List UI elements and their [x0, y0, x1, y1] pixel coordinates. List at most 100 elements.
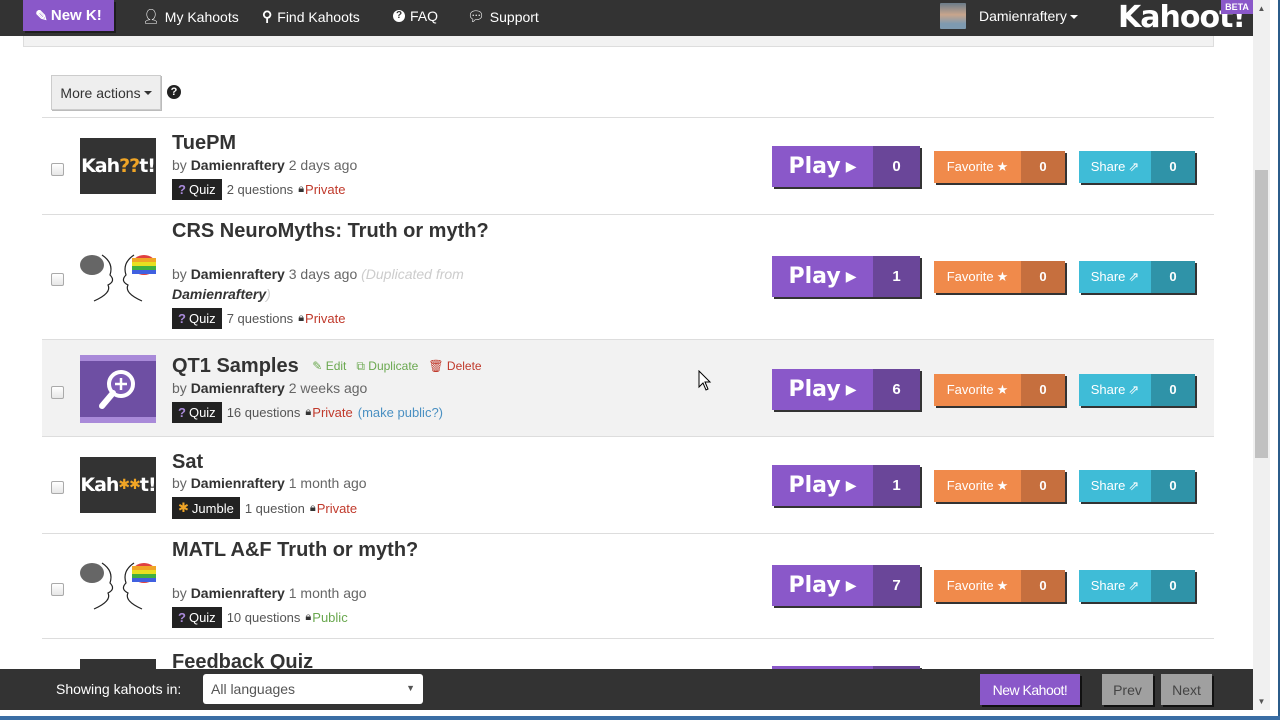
language-select[interactable]: All languages ▼ [203, 674, 423, 704]
author-link[interactable]: Damienraftery [191, 585, 285, 601]
favorite-button[interactable]: Favorite ★ 0 [934, 569, 1065, 602]
kahoot-title[interactable]: MATL A&F Truth or myth? [172, 539, 418, 562]
favorite-count: 0 [1021, 469, 1065, 502]
kahoot-thumbnail[interactable]: Kah ✱✱ t! [80, 457, 157, 513]
kahoot-title[interactable]: CRS NeuroMyths: Truth or myth? [172, 220, 489, 243]
kahoot-row: CRS NeuroMyths: Truth or myth? by Damien… [42, 214, 1214, 339]
author-link[interactable]: Damienraftery [191, 266, 285, 282]
row-checkbox[interactable] [51, 273, 64, 286]
share-button[interactable]: Share ⇗ 0 [1079, 260, 1195, 293]
kahoot-info: ? Quiz 16 questions 🔒︎ Private (make publ… [172, 402, 443, 423]
scrollbar-thumb[interactable] [1255, 170, 1268, 458]
favorite-button[interactable]: Favorite ★ 0 [934, 469, 1065, 502]
kahoot-thumbnail[interactable] [80, 253, 156, 303]
play-button[interactable]: Play ▶ 6 [772, 369, 920, 410]
vertical-scrollbar[interactable]: ▲ ▼ [1253, 0, 1270, 710]
favorite-count: 0 [1021, 260, 1065, 293]
row-buttons: Play ▶ 6 Favorite ★ 0 Share ⇗ 0 [772, 369, 1195, 410]
kahoot-thumbnail[interactable] [80, 561, 156, 611]
lock-icon: 🔒︎ [305, 406, 312, 418]
share-button[interactable]: Share ⇗ 0 [1079, 373, 1195, 406]
share-count: 0 [1151, 373, 1195, 406]
share-label: Share [1090, 269, 1126, 284]
share-count: 0 [1151, 150, 1195, 183]
play-button[interactable]: Play ▶ 7 [772, 565, 920, 606]
nav-label: Find Kahoots [277, 8, 360, 25]
kahoot-row: Kah?? t! TuePM by Damienraftery 2 days ag… [42, 117, 1214, 214]
visibility-status: Public [312, 610, 348, 625]
nav-my-kahoots[interactable]: 👤︎ My Kahoots [142, 8, 239, 25]
type-badge: ? Quiz [172, 607, 222, 628]
question-count: 1 question [244, 500, 305, 516]
make-public-link[interactable]: (make public?) [358, 405, 443, 420]
author-link[interactable]: Damienraftery [191, 475, 285, 491]
kahoot-title[interactable]: TuePM [172, 132, 236, 155]
play-button[interactable]: Play ▶ 0 [772, 146, 920, 187]
scroll-up-arrow-icon[interactable]: ▲ [1253, 0, 1270, 17]
new-kahoot-button[interactable]: New Kahoot! [980, 674, 1080, 705]
puzzle-icon: ✱ [178, 500, 189, 515]
favorite-button[interactable]: Favorite ★ 0 [934, 260, 1065, 293]
language-value: All languages [211, 681, 296, 697]
row-checkbox[interactable] [51, 481, 64, 494]
share-icon: ⇗ [1128, 158, 1140, 174]
kahoot-thumbnail[interactable]: Kah?? t! [80, 138, 156, 194]
age: 1 month ago [288, 475, 367, 491]
nav-faq[interactable]: ? FAQ [393, 8, 438, 24]
question-icon: ? [178, 405, 186, 420]
play-icon: ▶ [845, 381, 857, 398]
share-button[interactable]: Share ⇗ 0 [1079, 469, 1195, 502]
row-checkbox[interactable] [51, 386, 64, 399]
thumb-text: ?? [119, 155, 140, 177]
browser-window: ✎ New K! 👤︎ My Kahoots ⚲ Find Kahoots ? … [0, 0, 1280, 716]
scroll-down-arrow-icon[interactable]: ▼ [1253, 693, 1270, 710]
help-icon[interactable]: ? [167, 85, 181, 99]
row-buttons: Play ▶ 1 Favorite ★ 0 Share ⇗ 0 [772, 256, 1195, 297]
share-label: Share [1090, 478, 1126, 493]
duplicate-link[interactable]: ⧉ Duplicate [356, 359, 418, 374]
more-actions-label: More actions [60, 84, 141, 101]
share-button[interactable]: Share ⇗ 0 [1079, 569, 1195, 602]
edit-link[interactable]: ✎ Edit [312, 359, 346, 374]
user-icon: 👤︎ [142, 8, 160, 24]
kahoot-title-link[interactable]: QT1 Samples [172, 355, 299, 377]
prev-button[interactable]: Prev [1102, 674, 1153, 705]
by-label: by [172, 157, 187, 173]
row-checkbox[interactable] [51, 163, 64, 176]
kahoot-thumbnail[interactable] [80, 355, 156, 423]
next-button[interactable]: Next [1161, 674, 1212, 705]
play-button[interactable]: Play ▶ 1 [772, 256, 920, 297]
author-link[interactable]: Damienraftery [191, 380, 285, 396]
delete-label: Delete [446, 359, 482, 374]
type-badge: ? Quiz [172, 308, 222, 329]
type-badge: ✱ Jumble [172, 497, 240, 519]
kahoot-title[interactable]: Sat [172, 451, 203, 474]
share-count: 0 [1151, 569, 1195, 602]
play-icon: ▶ [845, 577, 857, 594]
nav-find-kahoots[interactable]: ⚲ Find Kahoots [262, 8, 360, 25]
delete-link[interactable]: 🗑︎ Delete [428, 359, 481, 374]
original-author-link[interactable]: Damienraftery [172, 286, 266, 302]
lock-icon: 🔒︎ [309, 501, 316, 514]
type-label: Quiz [188, 405, 216, 420]
play-count: 6 [873, 369, 920, 410]
row-checkbox[interactable] [51, 583, 64, 596]
new-kahoot-nav-button[interactable]: ✎ New K! [23, 0, 114, 31]
question-icon: ? [178, 610, 186, 625]
avatar[interactable] [940, 3, 966, 29]
kahoot-meta: by Damienraftery 3 days ago (Duplicated … [172, 264, 502, 304]
lock-icon: 🔒︎ [298, 312, 305, 324]
favorite-button[interactable]: Favorite ★ 0 [934, 150, 1065, 183]
username: Damienraftery [979, 8, 1067, 24]
play-button[interactable]: Play ▶ 1 [772, 465, 920, 506]
beta-badge: BETA [1221, 0, 1253, 14]
nav-support[interactable]: 💬︎ Support [467, 8, 539, 25]
share-button[interactable]: Share ⇗ 0 [1079, 150, 1195, 183]
author-link[interactable]: Damienraftery [191, 157, 285, 173]
more-actions-button[interactable]: More actions [51, 75, 161, 110]
edit-label: Edit [325, 359, 347, 374]
user-menu-dropdown[interactable]: Damienraftery [979, 8, 1078, 24]
favorite-button[interactable]: Favorite ★ 0 [934, 373, 1065, 406]
question-count: 16 questions [226, 405, 301, 420]
play-count: 1 [873, 256, 920, 297]
